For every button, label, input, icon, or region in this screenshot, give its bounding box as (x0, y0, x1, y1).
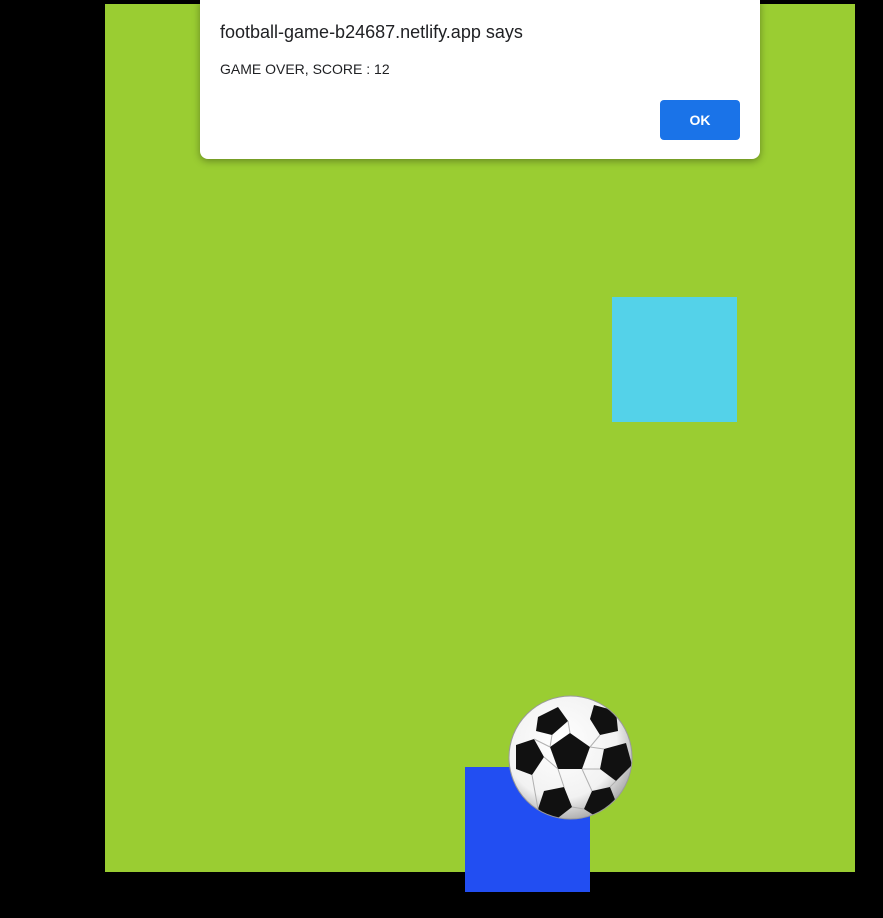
soccer-ball-icon (508, 695, 633, 820)
game-over-message: GAME OVER, SCORE : 12 (220, 61, 390, 77)
dialog-title: football-game-b24687.netlify.app says (220, 22, 523, 42)
ok-button[interactable]: OK (660, 100, 740, 140)
game-stage: football-game-b24687.netlify.app says GA… (0, 0, 883, 918)
alert-dialog: football-game-b24687.netlify.app says GA… (200, 0, 760, 159)
obstacle-block (612, 297, 737, 422)
